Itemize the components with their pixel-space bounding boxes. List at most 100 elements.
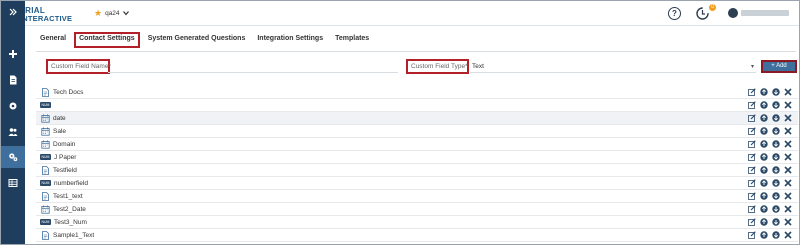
cogs-icon bbox=[9, 153, 18, 162]
gear-icon bbox=[9, 102, 17, 110]
row-actions bbox=[748, 192, 792, 200]
study-selector[interactable]: ★ qa24 bbox=[94, 8, 129, 18]
list-item[interactable]: Tech Docs bbox=[36, 86, 798, 99]
sidebar-expand[interactable] bbox=[1, 1, 25, 23]
field-name: Sample1_Text bbox=[53, 231, 95, 239]
move-up-icon[interactable] bbox=[760, 153, 768, 161]
number-type-icon: NUM bbox=[40, 154, 51, 160]
sidebar-item-reports[interactable] bbox=[1, 172, 25, 194]
edit-icon[interactable] bbox=[748, 101, 756, 109]
edit-icon[interactable] bbox=[748, 88, 756, 96]
edit-icon[interactable] bbox=[748, 205, 756, 213]
refresh-icon[interactable] bbox=[695, 6, 710, 21]
move-down-icon[interactable] bbox=[772, 127, 780, 135]
list-item[interactable]: NUM bbox=[36, 99, 798, 112]
move-down-icon[interactable] bbox=[772, 101, 780, 109]
field-name: Sale bbox=[53, 127, 67, 135]
edit-icon[interactable] bbox=[748, 218, 756, 226]
custom-field-name-input[interactable]: Custom Field Name* bbox=[46, 59, 111, 74]
list-item[interactable]: date bbox=[36, 112, 798, 125]
sidebar-item-add[interactable] bbox=[1, 43, 25, 65]
delete-icon[interactable] bbox=[784, 179, 792, 187]
edit-icon[interactable] bbox=[748, 140, 756, 148]
list-item[interactable]: NUM Test3_Num bbox=[36, 216, 798, 229]
move-down-icon[interactable] bbox=[772, 88, 780, 96]
delete-icon[interactable] bbox=[784, 88, 792, 96]
delete-icon[interactable] bbox=[784, 166, 792, 174]
delete-icon[interactable] bbox=[784, 231, 792, 239]
custom-field-type-label-box: Custom Field Type* bbox=[406, 59, 469, 74]
delete-icon[interactable] bbox=[784, 114, 792, 122]
move-down-icon[interactable] bbox=[772, 166, 780, 174]
delete-icon[interactable] bbox=[784, 140, 792, 148]
row-actions bbox=[748, 179, 792, 187]
list-item[interactable]: Test2_Date bbox=[36, 203, 798, 216]
move-down-icon[interactable] bbox=[772, 231, 780, 239]
move-down-icon[interactable] bbox=[772, 205, 780, 213]
move-up-icon[interactable] bbox=[760, 179, 768, 187]
move-down-icon[interactable] bbox=[772, 153, 780, 161]
delete-icon[interactable] bbox=[784, 218, 792, 226]
move-up-icon[interactable] bbox=[760, 127, 768, 135]
help-icon[interactable]: ? bbox=[668, 7, 681, 20]
custom-field-name-underline[interactable] bbox=[108, 60, 398, 73]
delete-icon[interactable] bbox=[784, 101, 792, 109]
edit-icon[interactable] bbox=[748, 114, 756, 122]
delete-icon[interactable] bbox=[784, 192, 792, 200]
notification-badge: 0 bbox=[709, 4, 716, 11]
row-actions bbox=[748, 88, 792, 96]
sidebar-item-users[interactable] bbox=[1, 121, 25, 143]
chevron-down-icon: ▾ bbox=[750, 63, 754, 70]
move-up-icon[interactable] bbox=[760, 140, 768, 148]
delete-icon[interactable] bbox=[784, 153, 792, 161]
move-down-icon[interactable] bbox=[772, 179, 780, 187]
move-down-icon[interactable] bbox=[772, 140, 780, 148]
number-type-icon: NUM bbox=[40, 219, 51, 225]
move-up-icon[interactable] bbox=[760, 88, 768, 96]
tab-contact-settings[interactable]: Contact Settings bbox=[74, 32, 140, 48]
user-name-redacted bbox=[741, 10, 789, 16]
move-up-icon[interactable] bbox=[760, 101, 768, 109]
top-bar: TRIAL INTERACTIVE ★ qa24 ? 0 bbox=[1, 1, 799, 26]
tab-system-generated-questions[interactable]: System Generated Questions bbox=[144, 32, 250, 48]
move-up-icon[interactable] bbox=[760, 218, 768, 226]
sidebar-item-configuration[interactable] bbox=[1, 146, 25, 168]
move-down-icon[interactable] bbox=[772, 192, 780, 200]
edit-icon[interactable] bbox=[748, 127, 756, 135]
custom-field-type-select[interactable]: Text ▾ bbox=[470, 60, 756, 73]
list-item[interactable]: NUM J Paper bbox=[36, 151, 798, 164]
move-down-icon[interactable] bbox=[772, 218, 780, 226]
edit-icon[interactable] bbox=[748, 231, 756, 239]
move-up-icon[interactable] bbox=[760, 205, 768, 213]
delete-icon[interactable] bbox=[784, 127, 792, 135]
tab-templates[interactable]: Templates bbox=[331, 32, 373, 48]
field-name: Tech Docs bbox=[53, 88, 84, 96]
tab-integration-settings[interactable]: Integration Settings bbox=[253, 32, 327, 48]
move-up-icon[interactable] bbox=[760, 166, 768, 174]
tab-divider bbox=[36, 51, 796, 52]
move-up-icon[interactable] bbox=[760, 231, 768, 239]
tab-general[interactable]: General bbox=[36, 32, 70, 48]
list-item[interactable]: Test1_text bbox=[36, 190, 798, 203]
users-icon bbox=[8, 128, 18, 136]
list-item[interactable]: Sale bbox=[36, 125, 798, 138]
move-up-icon[interactable] bbox=[760, 114, 768, 122]
edit-icon[interactable] bbox=[748, 166, 756, 174]
edit-icon[interactable] bbox=[748, 179, 756, 187]
user-menu[interactable] bbox=[728, 8, 789, 18]
list-item[interactable]: Testfield bbox=[36, 164, 798, 177]
edit-icon[interactable] bbox=[748, 153, 756, 161]
sidebar-item-settings[interactable] bbox=[1, 95, 25, 117]
list-item[interactable]: Domain bbox=[36, 138, 798, 151]
sidebar-item-documents[interactable] bbox=[1, 69, 25, 91]
list-item[interactable]: NUM numberfield bbox=[36, 177, 798, 190]
field-name: Test1_text bbox=[53, 192, 83, 200]
row-actions bbox=[748, 166, 792, 174]
move-down-icon[interactable] bbox=[772, 114, 780, 122]
calendar-icon bbox=[41, 114, 50, 123]
edit-icon[interactable] bbox=[748, 192, 756, 200]
delete-icon[interactable] bbox=[784, 205, 792, 213]
add-button[interactable]: + Add bbox=[761, 60, 797, 73]
move-up-icon[interactable] bbox=[760, 192, 768, 200]
list-item[interactable]: Sample1_Text bbox=[36, 229, 798, 242]
